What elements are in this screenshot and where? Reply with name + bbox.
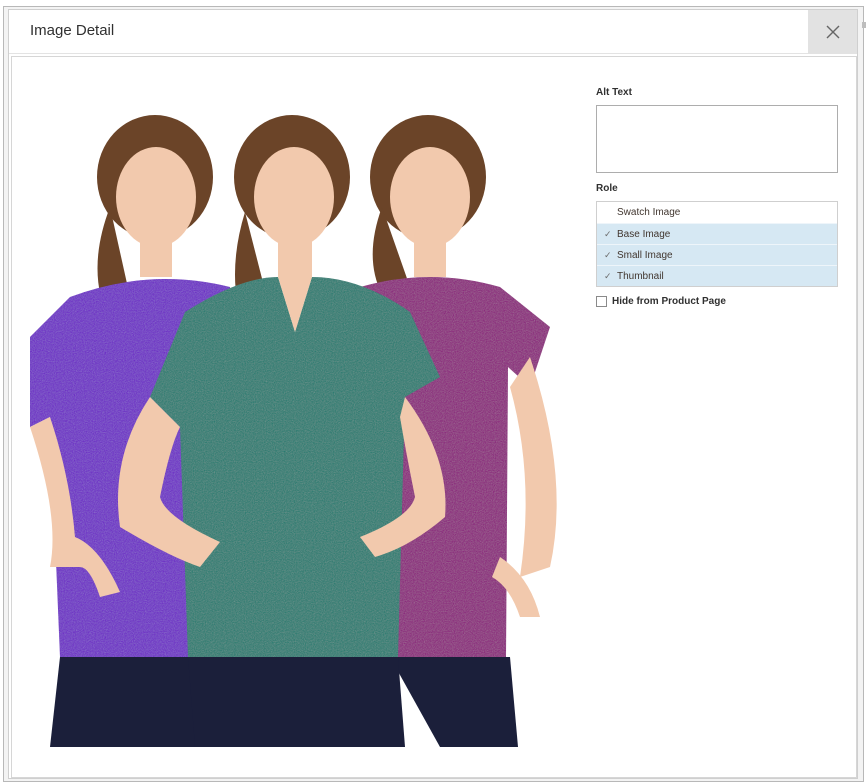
hide-from-product-page-row: Hide from Product Page (596, 294, 726, 308)
product-image (30, 97, 570, 747)
close-icon (826, 25, 839, 39)
role-option-base-image[interactable]: ✓ Base Image (597, 223, 837, 244)
role-option-label: Small Image (617, 250, 673, 261)
modal-header: Image Detail (9, 10, 857, 54)
page-scrollbar-edge (862, 22, 866, 28)
role-option-label: Thumbnail (617, 271, 664, 282)
checkmark-icon: ✓ (604, 271, 612, 281)
role-label: Role (596, 183, 618, 194)
checkmark-icon: ✓ (604, 229, 612, 239)
role-multiselect[interactable]: Swatch Image ✓ Base Image ✓ Small Image … (596, 201, 838, 287)
close-button[interactable] (808, 10, 857, 54)
role-option-swatch-image[interactable]: Swatch Image (597, 202, 837, 223)
role-option-small-image[interactable]: ✓ Small Image (597, 244, 837, 265)
modal-title: Image Detail (30, 22, 115, 39)
image-detail-modal: Image Detail Alt Text Role Swatch Image … (8, 9, 858, 779)
hide-from-product-page-label[interactable]: Hide from Product Page (612, 296, 726, 307)
role-option-label: Swatch Image (617, 207, 681, 218)
role-option-label: Base Image (617, 229, 671, 240)
role-option-thumbnail[interactable]: ✓ Thumbnail (597, 265, 837, 286)
product-photo-illustration (30, 115, 557, 747)
checkmark-icon: ✓ (604, 250, 612, 260)
modal-content: Alt Text Role Swatch Image ✓ Base Image … (11, 56, 857, 778)
hide-from-product-page-checkbox[interactable] (596, 295, 607, 307)
alt-text-field[interactable] (596, 105, 838, 173)
alt-text-label: Alt Text (596, 87, 632, 98)
